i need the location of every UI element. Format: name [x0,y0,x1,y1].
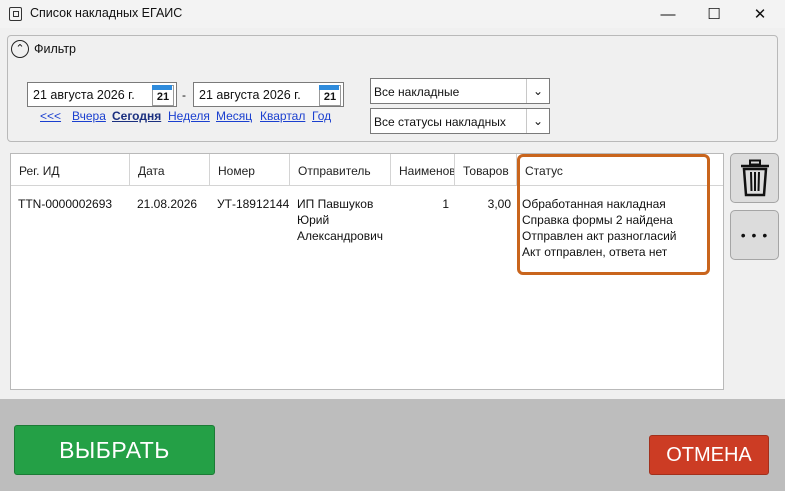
date-from-picker[interactable]: 21 августа 2026 г. 21 [27,82,177,107]
column-header-items[interactable]: Наименования [391,154,455,186]
select-button[interactable]: ВЫБРАТЬ [14,425,215,475]
maximize-button[interactable]: ☐ [691,0,737,28]
filter-label: Фильтр [34,42,76,56]
column-header-reg-id[interactable]: Рег. ИД [11,154,130,186]
close-button[interactable]: ✕ [737,0,783,28]
column-header-goods[interactable]: Товаров [455,154,517,186]
cell-number: УТ-18912144 [217,197,289,211]
cell-items: 1 [442,197,449,211]
chevron-up-icon: ⌃ [15,42,25,55]
calendar-icon[interactable]: 21 [152,85,174,106]
cell-sender-line-1: ИП Павшуков [297,197,374,211]
trash-icon [740,159,769,197]
window-title: Список накладных ЕГАИС [30,6,183,20]
date-to-picker[interactable]: 21 августа 2026 г. 21 [193,82,344,107]
date-from-value: 21 августа 2026 г. [33,88,135,102]
calendar-icon[interactable]: 21 [319,85,341,106]
close-icon: ✕ [753,6,767,23]
app-icon [9,7,22,21]
cell-sender-line-3: Александрович [297,229,384,243]
cell-reg-id: TTN-0000002693 [18,197,113,211]
period-link-year[interactable]: Год [312,109,331,123]
maximize-icon: ☐ [707,6,721,23]
more-actions-button[interactable]: • • • [730,210,779,260]
minimize-button[interactable]: — [645,0,691,28]
column-header-date[interactable]: Дата [130,154,210,186]
cancel-button[interactable]: ОТМЕНА [649,435,769,475]
period-link-today[interactable]: Сегодня [112,109,161,123]
period-link-week[interactable]: Неделя [168,109,210,123]
chevron-down-icon: ⌄ [526,109,549,133]
invoice-type-value: Все накладные [374,85,460,99]
date-separator: - [182,88,186,102]
invoice-status-value: Все статусы накладных [374,115,506,129]
cell-date: 21.08.2026 [137,197,198,211]
chevron-down-icon: ⌄ [526,79,549,103]
minimize-icon: — [660,5,676,23]
column-header-sender[interactable]: Отправитель [290,154,391,186]
filter-collapse-button[interactable]: ⌃ [11,40,29,58]
date-to-value: 21 августа 2026 г. [199,88,301,102]
period-link-yesterday[interactable]: Вчера [72,109,106,123]
delete-button[interactable] [730,153,779,203]
more-icon: • • • [740,227,769,243]
cell-goods: 3,00 [487,197,511,211]
invoice-type-select[interactable]: Все накладные ⌄ [370,78,550,104]
status-highlight-box [517,154,710,275]
invoice-status-select[interactable]: Все статусы накладных ⌄ [370,108,550,134]
period-link-back[interactable]: <<< [40,109,61,123]
cell-sender-line-2: Юрий [297,213,330,227]
column-header-number[interactable]: Номер [210,154,290,186]
period-link-month[interactable]: Месяц [216,109,252,123]
period-link-quarter[interactable]: Квартал [260,109,305,123]
